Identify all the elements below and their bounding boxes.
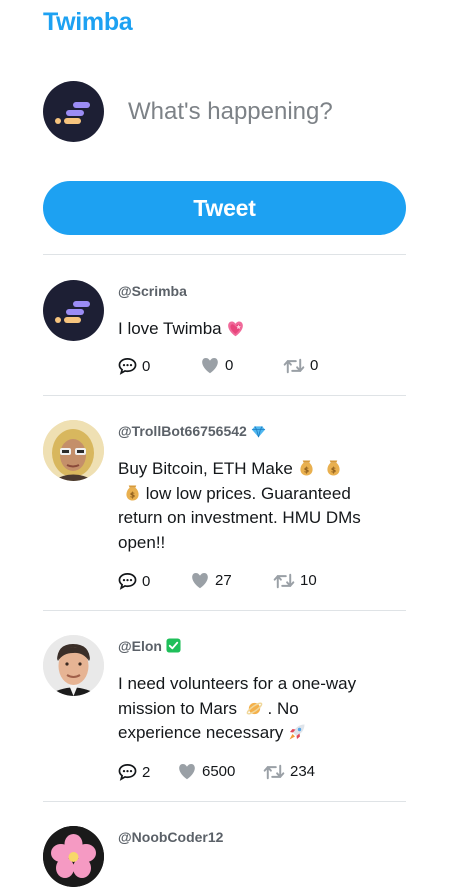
- like-button[interactable]: 27: [190, 572, 232, 589]
- like-button[interactable]: 0: [200, 357, 233, 374]
- divider: [43, 254, 406, 255]
- reply-count: 0: [142, 357, 151, 375]
- divider: [43, 801, 406, 802]
- reply-count: 2: [142, 763, 151, 781]
- tweet-handle: @TrollBot66756542: [118, 423, 266, 439]
- tweet-item: @Scrimba I love Twimba 0 0 0: [43, 280, 406, 380]
- like-count: 0: [225, 357, 234, 374]
- tweet-handle: @Elon: [118, 638, 181, 654]
- rocket-emoji-icon: [289, 724, 305, 740]
- divider: [43, 610, 406, 611]
- svg-text:$: $: [130, 490, 135, 499]
- comment-icon: [118, 358, 137, 375]
- comment-icon: [118, 764, 137, 781]
- reply-button[interactable]: 0: [118, 357, 150, 375]
- retweet-button[interactable]: 234: [263, 763, 315, 780]
- tweet-item: @TrollBot66756542 Buy Bitcoin, ETH Make …: [43, 420, 406, 595]
- divider: [43, 395, 406, 396]
- retweet-button[interactable]: 0: [283, 357, 318, 374]
- like-count: 6500: [202, 763, 236, 780]
- like-button[interactable]: 6500: [177, 763, 235, 780]
- reply-count: 0: [142, 572, 151, 590]
- twimba-app: Twimba Tweet @Scrimba I love Twimba: [0, 0, 457, 887]
- reply-button[interactable]: 0: [118, 572, 150, 590]
- heart-icon: [192, 572, 208, 589]
- reply-button[interactable]: 2: [118, 763, 150, 781]
- tweet-button[interactable]: Tweet: [43, 181, 406, 235]
- planet-emoji-icon: [246, 701, 263, 715]
- retweet-icon: [283, 358, 305, 373]
- avatar: [43, 81, 104, 142]
- avatar: [43, 635, 104, 696]
- check-emoji-icon: [166, 638, 181, 653]
- diamond-emoji-icon: [251, 426, 265, 438]
- tweet-item: @NoobCoder12: [43, 826, 406, 887]
- avatar: [43, 420, 104, 481]
- tweet-text: I love Twimba: [118, 317, 368, 342]
- retweet-count: 234: [290, 763, 316, 780]
- heart-icon: [202, 357, 218, 374]
- tweet-item: @Elon I need volunteers for a one-way mi…: [43, 635, 406, 785]
- tweet-handle: @Scrimba: [118, 283, 187, 299]
- avatar: [43, 280, 104, 341]
- heart-icon: [179, 763, 195, 780]
- tweet-input[interactable]: [128, 92, 398, 132]
- retweet-count: 0: [310, 357, 319, 374]
- comment-icon: [118, 573, 137, 590]
- svg-text:$: $: [331, 466, 336, 475]
- retweet-button[interactable]: 10: [273, 572, 317, 589]
- tweet-text: I need volunteers for a one-way mission …: [118, 674, 357, 742]
- avatar: [43, 826, 104, 887]
- retweet-icon: [263, 764, 285, 779]
- tweet-text: Buy Bitcoin, ETH Make $ $ $ low low pric…: [118, 459, 361, 552]
- tweet-handle: @NoobCoder12: [118, 829, 224, 845]
- tweet-composer: [43, 81, 406, 143]
- retweet-icon: [273, 573, 295, 588]
- heart-emoji-icon: [228, 321, 244, 337]
- like-count: 27: [215, 572, 232, 589]
- svg-text:$: $: [303, 466, 308, 475]
- app-title: Twimba: [43, 8, 133, 36]
- retweet-count: 10: [300, 572, 317, 589]
